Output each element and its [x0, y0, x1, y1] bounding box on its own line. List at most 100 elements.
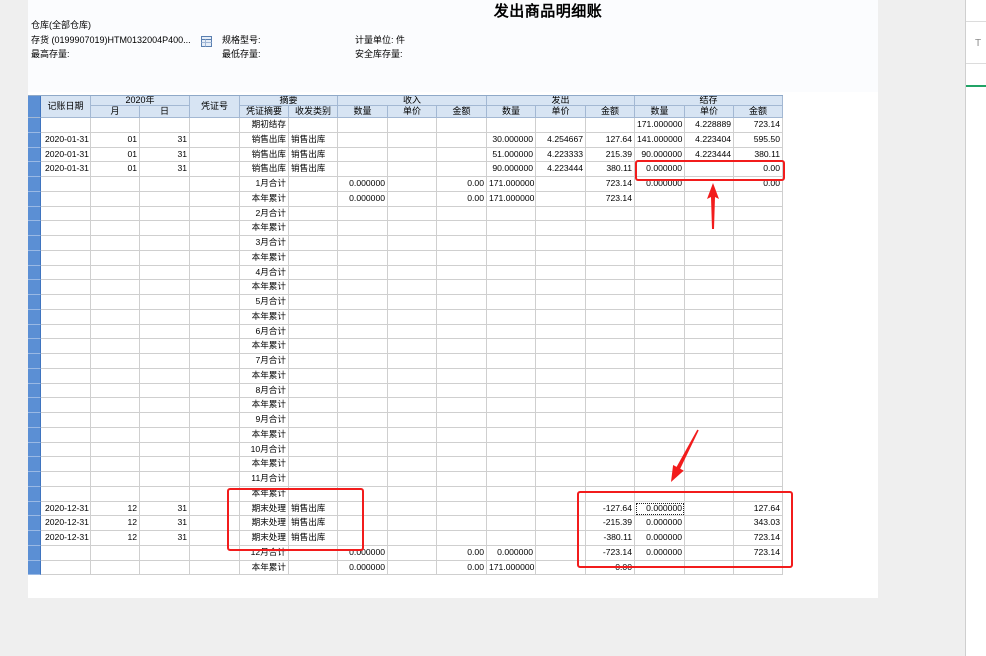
cell-receipt-amount[interactable]	[437, 339, 487, 354]
cell-balance-qty[interactable]: 0.000000	[635, 177, 685, 192]
cell-issue-amount[interactable]: 215.39	[586, 147, 635, 163]
row-selector[interactable]	[28, 486, 41, 502]
cell-issue-qty[interactable]	[487, 206, 536, 222]
cell-balance-qty[interactable]	[635, 309, 685, 325]
cell-voucher-no[interactable]	[190, 501, 240, 517]
cell-category[interactable]	[289, 368, 338, 384]
cell-date[interactable]	[41, 295, 91, 310]
cell-receipt-qty[interactable]	[338, 236, 388, 251]
cell-balance-price[interactable]	[685, 339, 734, 354]
row-selector[interactable]	[28, 221, 41, 236]
cell-day[interactable]	[140, 472, 190, 487]
cell-receipt-price[interactable]	[388, 324, 437, 340]
cell-balance-amount[interactable]: 723.14	[734, 531, 783, 546]
cell-voucher-summary[interactable]: 销售出库	[240, 132, 289, 148]
cell-date[interactable]: 2020-01-31	[41, 132, 91, 148]
cell-balance-price[interactable]	[685, 486, 734, 502]
cell-voucher-summary[interactable]: 9月合计	[240, 413, 289, 428]
cell-balance-qty[interactable]	[635, 191, 685, 207]
cell-receipt-amount[interactable]	[437, 398, 487, 413]
cell-date[interactable]: 2020-12-31	[41, 516, 91, 531]
cell-issue-price[interactable]	[536, 221, 586, 236]
cell-balance-amount[interactable]	[734, 324, 783, 340]
cell-receipt-amount[interactable]: 0.00	[437, 177, 487, 192]
ledger-row[interactable]: 2020-01-31 01 31 销售出库 销售出库 30.000000 4.254667 1…	[28, 132, 783, 148]
cell-receipt-price[interactable]	[388, 516, 437, 531]
cell-balance-price[interactable]	[685, 398, 734, 413]
cell-voucher-no[interactable]	[190, 191, 240, 207]
cell-balance-qty[interactable]	[635, 295, 685, 310]
ledger-row[interactable]: 10月合计	[28, 442, 783, 458]
cell-receipt-price[interactable]	[388, 280, 437, 295]
cell-balance-qty[interactable]	[635, 486, 685, 502]
cell-issue-qty[interactable]	[487, 265, 536, 281]
cell-balance-qty[interactable]	[635, 236, 685, 251]
cell-receipt-qty[interactable]	[338, 413, 388, 428]
cell-receipt-qty[interactable]	[338, 368, 388, 384]
cell-balance-price[interactable]	[685, 413, 734, 428]
cell-voucher-no[interactable]	[190, 427, 240, 443]
cell-balance-qty[interactable]	[635, 265, 685, 281]
cell-category[interactable]	[289, 560, 338, 576]
cell-category[interactable]	[289, 206, 338, 222]
row-selector[interactable]	[28, 191, 41, 207]
cell-issue-amount[interactable]	[586, 354, 635, 369]
cell-issue-price[interactable]	[536, 368, 586, 384]
cell-balance-amount[interactable]	[734, 560, 783, 576]
cell-balance-amount[interactable]: 595.50	[734, 132, 783, 148]
cell-receipt-price[interactable]	[388, 162, 437, 177]
cell-receipt-qty[interactable]	[338, 501, 388, 517]
cell-issue-amount[interactable]: -215.39	[586, 516, 635, 531]
cell-day[interactable]	[140, 354, 190, 369]
cell-issue-qty[interactable]	[487, 457, 536, 472]
cell-voucher-no[interactable]	[190, 118, 240, 133]
cell-issue-qty[interactable]	[487, 354, 536, 369]
cell-day[interactable]	[140, 118, 190, 133]
cell-date[interactable]	[41, 354, 91, 369]
cell-balance-amount[interactable]	[734, 457, 783, 472]
cell-issue-amount[interactable]	[586, 280, 635, 295]
cell-issue-qty[interactable]	[487, 295, 536, 310]
row-selector[interactable]	[28, 147, 41, 163]
cell-receipt-price[interactable]	[388, 177, 437, 192]
cell-voucher-summary[interactable]: 10月合计	[240, 442, 289, 458]
cell-receipt-qty[interactable]: 0.000000	[338, 560, 388, 576]
cell-date[interactable]	[41, 457, 91, 472]
cell-date[interactable]	[41, 486, 91, 502]
cell-issue-price[interactable]	[536, 250, 586, 266]
cell-voucher-no[interactable]	[190, 383, 240, 399]
cell-date[interactable]	[41, 309, 91, 325]
ledger-row[interactable]: 本年累计	[28, 427, 783, 443]
cell-date[interactable]	[41, 398, 91, 413]
cell-receipt-qty[interactable]: 0.000000	[338, 191, 388, 207]
cell-issue-qty[interactable]: 90.000000	[487, 162, 536, 177]
row-selector[interactable]	[28, 531, 41, 546]
ledger-row[interactable]: 1月合计 0.000000 0.00 171.000000 723.14 0.000000…	[28, 177, 783, 192]
cell-receipt-amount[interactable]	[437, 413, 487, 428]
cell-category[interactable]	[289, 177, 338, 192]
cell-voucher-no[interactable]	[190, 162, 240, 177]
cell-day[interactable]	[140, 206, 190, 222]
cell-day[interactable]: 31	[140, 516, 190, 531]
cell-balance-price[interactable]: 4.223444	[685, 147, 734, 163]
cell-issue-qty[interactable]	[487, 221, 536, 236]
cell-issue-price[interactable]: 4.223444	[536, 162, 586, 177]
row-selector[interactable]	[28, 309, 41, 325]
cell-date[interactable]	[41, 265, 91, 281]
cell-balance-price[interactable]	[685, 177, 734, 192]
cell-balance-qty[interactable]: 171.000000	[635, 118, 685, 133]
cell-voucher-summary[interactable]: 期末处理	[240, 516, 289, 531]
cell-voucher-no[interactable]	[190, 236, 240, 251]
cell-month[interactable]	[91, 221, 140, 236]
ledger-row[interactable]: 6月合计	[28, 324, 783, 340]
cell-day[interactable]	[140, 383, 190, 399]
cell-issue-amount[interactable]	[586, 339, 635, 354]
cell-receipt-qty[interactable]	[338, 383, 388, 399]
cell-receipt-price[interactable]	[388, 413, 437, 428]
cell-category[interactable]	[289, 457, 338, 472]
cell-date[interactable]: 2020-12-31	[41, 501, 91, 517]
cell-category[interactable]	[289, 383, 338, 399]
cell-balance-amount[interactable]	[734, 486, 783, 502]
cell-issue-price[interactable]	[536, 457, 586, 472]
cell-balance-price[interactable]	[685, 191, 734, 207]
